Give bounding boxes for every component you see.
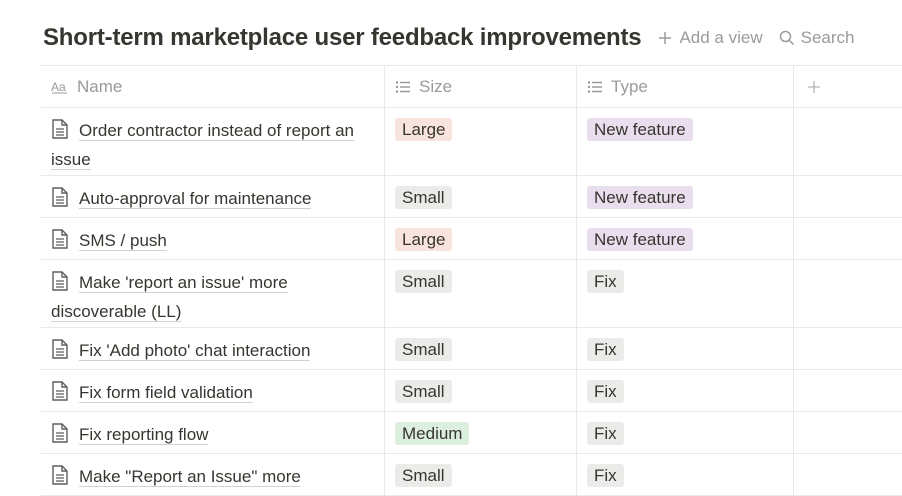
size-tag: Small <box>395 464 452 487</box>
page-icon <box>51 187 69 215</box>
type-cell[interactable]: New feature <box>577 218 794 259</box>
select-property-icon <box>395 80 410 93</box>
row-name[interactable]: Fix form field validation <box>79 383 253 403</box>
type-tag: Fix <box>587 422 624 445</box>
type-tag: New feature <box>587 228 693 251</box>
size-cell[interactable]: Small <box>385 328 577 369</box>
column-size-label: Size <box>419 76 453 96</box>
table-row[interactable]: Make 'report an issue' more discoverable… <box>41 260 902 328</box>
row-name[interactable]: Fix reporting flow <box>79 425 209 445</box>
size-cell[interactable]: Small <box>385 176 577 217</box>
name-cell[interactable]: Order contractor instead of report an is… <box>41 108 385 175</box>
page-icon <box>51 119 69 147</box>
name-cell[interactable]: SMS / push <box>41 218 385 259</box>
page-icon <box>51 271 69 299</box>
empty-cell <box>794 176 902 217</box>
type-tag: New feature <box>587 118 693 141</box>
type-cell[interactable]: Fix <box>577 260 794 327</box>
name-cell[interactable]: Make "Report an Issue" more <box>41 454 385 495</box>
type-tag: Fix <box>587 338 624 361</box>
empty-cell <box>794 260 902 327</box>
name-cell[interactable]: Fix form field validation <box>41 370 385 411</box>
empty-cell <box>794 454 902 495</box>
column-header-name[interactable]: Aa Name <box>41 66 385 107</box>
page-header: Short-term marketplace user feedback imp… <box>43 20 902 56</box>
type-cell[interactable]: Fix <box>577 370 794 411</box>
type-cell[interactable]: New feature <box>577 176 794 217</box>
size-cell[interactable]: Large <box>385 108 577 175</box>
type-cell[interactable]: Fix <box>577 328 794 369</box>
size-tag: Small <box>395 186 452 209</box>
add-view-button[interactable]: Add a view <box>657 28 763 48</box>
empty-cell <box>794 412 902 453</box>
page-icon <box>51 381 69 409</box>
row-name[interactable]: Auto-approval for maintenance <box>79 189 312 209</box>
plus-icon <box>659 32 672 44</box>
plus-icon <box>808 80 820 93</box>
type-tag: Fix <box>587 270 624 293</box>
page-title: Short-term marketplace user feedback imp… <box>43 24 642 51</box>
page-icon <box>51 423 69 451</box>
page-icon <box>51 465 69 493</box>
size-tag: Small <box>395 380 452 403</box>
size-cell[interactable]: Large <box>385 218 577 259</box>
select-property-icon <box>587 80 602 93</box>
page-icon <box>51 339 69 367</box>
table-header-row: Aa Name Size Type <box>41 65 902 108</box>
empty-cell <box>794 218 902 259</box>
empty-cell <box>794 328 902 369</box>
size-cell[interactable]: Medium <box>385 412 577 453</box>
column-type-label: Type <box>611 76 648 96</box>
table-row[interactable]: Auto-approval for maintenance Small New … <box>41 176 902 218</box>
column-header-size[interactable]: Size <box>385 66 577 107</box>
size-tag: Small <box>395 338 452 361</box>
text-property-icon: Aa <box>51 80 67 94</box>
name-cell[interactable]: Fix reporting flow <box>41 412 385 453</box>
type-cell[interactable]: Fix <box>577 454 794 495</box>
row-name[interactable]: Fix 'Add photo' chat interaction <box>79 341 311 361</box>
name-cell[interactable]: Fix 'Add photo' chat interaction <box>41 328 385 369</box>
table-row[interactable]: SMS / push Large New feature <box>41 218 902 260</box>
page-icon <box>51 229 69 257</box>
table-row[interactable]: Fix 'Add photo' chat interaction Small F… <box>41 328 902 370</box>
row-name[interactable]: Make "Report an Issue" more <box>79 467 301 487</box>
column-name-label: Name <box>77 76 123 96</box>
table-row[interactable]: Fix form field validation Small Fix <box>41 370 902 412</box>
search-button[interactable]: Search <box>779 28 855 48</box>
empty-cell <box>794 370 902 411</box>
empty-cell <box>794 108 902 175</box>
table-row[interactable]: Fix reporting flow Medium Fix <box>41 412 902 454</box>
row-name[interactable]: SMS / push <box>79 231 167 251</box>
size-cell[interactable]: Small <box>385 370 577 411</box>
row-name[interactable]: Make 'report an issue' more discoverable… <box>51 273 288 322</box>
name-cell[interactable]: Auto-approval for maintenance <box>41 176 385 217</box>
size-tag: Medium <box>395 422 470 445</box>
add-property-button[interactable] <box>794 66 902 107</box>
table-row[interactable]: Make "Report an Issue" more Small Fix <box>41 454 902 496</box>
type-tag: Fix <box>587 380 624 403</box>
type-tag: New feature <box>587 186 693 209</box>
type-cell[interactable]: New feature <box>577 108 794 175</box>
row-name[interactable]: Order contractor instead of report an is… <box>51 121 354 170</box>
table-row[interactable]: Order contractor instead of report an is… <box>41 108 902 176</box>
name-cell[interactable]: Make 'report an issue' more discoverable… <box>41 260 385 327</box>
add-view-label: Add a view <box>679 28 763 47</box>
size-cell[interactable]: Small <box>385 454 577 495</box>
search-label: Search <box>800 28 855 47</box>
size-tag: Large <box>395 118 453 141</box>
type-tag: Fix <box>587 464 624 487</box>
search-icon <box>779 30 794 46</box>
size-tag: Small <box>395 270 452 293</box>
size-tag: Large <box>395 228 453 251</box>
svg-text:Aa: Aa <box>51 80 66 94</box>
type-cell[interactable]: Fix <box>577 412 794 453</box>
size-cell[interactable]: Small <box>385 260 577 327</box>
column-header-type[interactable]: Type <box>577 66 794 107</box>
database-table: Aa Name Size Type Order contractor inste… <box>41 65 902 496</box>
